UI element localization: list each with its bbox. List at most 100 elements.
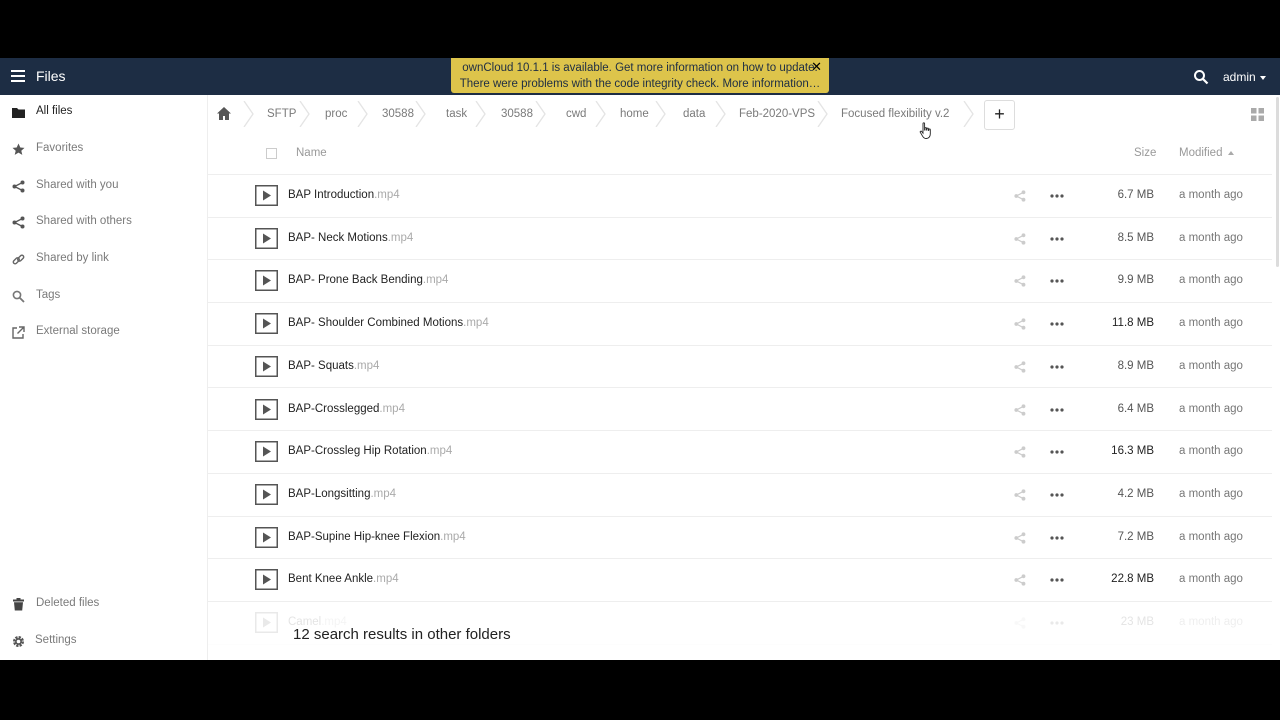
file-name[interactable]: BAP-Supine Hip-knee Flexion.mp4 (288, 531, 466, 543)
file-size: 6.4 MB (1117, 402, 1154, 415)
share-icon[interactable] (1014, 275, 1026, 287)
file-name[interactable]: BAP-Longsitting.mp4 (288, 488, 396, 500)
more-actions-icon[interactable] (1050, 317, 1064, 331)
file-extension: .mp4 (370, 487, 397, 500)
sidebar-item-tags[interactable]: Tags (0, 282, 207, 312)
file-modified: a month ago (1179, 231, 1243, 244)
more-actions-icon[interactable] (1050, 616, 1064, 630)
file-basename: BAP- Prone Back Bending (288, 274, 423, 287)
file-name[interactable]: BAP- Shoulder Combined Motions.mp4 (288, 317, 489, 329)
file-row[interactable]: BAP- Neck Motions.mp4 8.5 MB a month ago (208, 218, 1272, 261)
file-extension: .mp4 (426, 445, 453, 458)
scrollbar[interactable] (1276, 97, 1279, 267)
more-actions-icon[interactable] (1050, 488, 1064, 502)
user-menu[interactable]: admin (1223, 70, 1266, 84)
sidebar-item-external-storage[interactable]: External storage (0, 318, 207, 348)
file-row[interactable]: BAP Introduction.mp4 6.7 MB a month ago (208, 175, 1272, 218)
breadcrumb-separator (243, 101, 254, 127)
file-row[interactable]: BAP-Crosslegged.mp4 6.4 MB a month ago (208, 389, 1272, 432)
video-file-icon (255, 398, 278, 420)
file-size: 11.8 MB (1112, 317, 1154, 330)
file-row[interactable]: Bent Knee Ankle.mp4 22.8 MB a month ago (208, 559, 1272, 602)
share-icon[interactable] (1014, 403, 1026, 416)
share-icon[interactable] (1014, 233, 1026, 245)
video-file-icon (255, 569, 278, 591)
update-notification[interactable]: ownCloud 10.1.1 is available. Get more i… (451, 58, 829, 93)
file-modified: a month ago (1179, 317, 1243, 330)
search-icon[interactable] (1193, 69, 1209, 85)
file-row[interactable]: BAP- Shoulder Combined Motions.mp4 11.8 M… (208, 303, 1272, 346)
sort-ascending-icon (1228, 150, 1235, 155)
file-name[interactable]: BAP- Prone Back Bending.mp4 (288, 274, 448, 286)
file-row[interactable]: BAP-Crossleg Hip Rotation.mp4 16.3 MB a mo… (208, 431, 1272, 474)
sidebar-item-shared-with-others[interactable]: Shared with others (0, 208, 207, 238)
file-modified: a month ago (1179, 616, 1243, 628)
more-actions-icon[interactable] (1050, 274, 1064, 288)
share-icon[interactable] (1014, 190, 1026, 202)
menu-icon[interactable] (11, 70, 25, 82)
file-name[interactable]: BAP Introduction.mp4 (288, 189, 400, 201)
new-button[interactable]: + (984, 100, 1015, 130)
sidebar-item-label: Favorites (36, 142, 84, 154)
share-icon[interactable] (1014, 574, 1026, 586)
breadcrumb-separator (595, 101, 606, 127)
sidebar-item-shared-by-link[interactable]: Shared by link (0, 245, 207, 275)
column-header-modified[interactable]: Modified (1179, 147, 1235, 159)
star-icon (12, 143, 25, 155)
file-name[interactable]: BAP-Crosslegged.mp4 (288, 403, 405, 415)
sidebar-item-favorites[interactable]: Favorites (0, 135, 207, 165)
file-row[interactable]: BAP- Squats.mp4 8.9 MB a month ago (208, 346, 1272, 389)
file-size: 6.7 MB (1117, 189, 1154, 201)
top-header: Files admin ownCloud 10.1.1 is available… (0, 58, 1280, 95)
file-modified: a month ago (1179, 573, 1243, 586)
sidebar-item-settings[interactable]: Settings (0, 627, 207, 657)
notification-integrity-text[interactable]: There were problems with the code integr… (451, 76, 829, 92)
breadcrumb-label: home (620, 108, 649, 120)
file-basename: BAP-Supine Hip-knee Flexion (288, 530, 441, 543)
video-file-icon (255, 355, 278, 377)
more-actions-icon[interactable] (1050, 445, 1064, 459)
file-row[interactable]: BAP-Supine Hip-knee Flexion.mp4 7.2 MB a m… (208, 517, 1272, 560)
file-row[interactable]: BAP-Longsitting.mp4 4.2 MB a month ago (208, 474, 1272, 517)
file-name[interactable]: Bent Knee Ankle.mp4 (288, 573, 399, 585)
close-icon[interactable]: ✕ (811, 59, 822, 75)
file-name[interactable]: BAP- Neck Motions.mp4 (288, 232, 413, 244)
breadcrumb-label: data (683, 108, 706, 120)
file-size: 22.8 MB (1111, 573, 1154, 586)
share-icon[interactable] (1014, 531, 1026, 544)
share-icon[interactable] (1014, 318, 1026, 330)
breadcrumb-separator (415, 101, 426, 127)
more-actions-icon[interactable] (1050, 189, 1064, 203)
more-actions-icon[interactable] (1050, 360, 1064, 374)
sidebar-item-shared-with-you[interactable]: Shared with you (0, 172, 207, 202)
more-actions-icon[interactable] (1050, 232, 1064, 246)
share-icon[interactable] (1014, 446, 1026, 458)
column-header-modified-label: Modified (1179, 147, 1223, 159)
file-extension: .mp4 (374, 189, 400, 201)
share-icon[interactable] (1014, 361, 1026, 373)
home-icon[interactable] (217, 107, 231, 120)
file-name[interactable]: BAP-Crossleg Hip Rotation.mp4 (288, 445, 452, 457)
share-icon (12, 216, 25, 229)
file-size: 7.2 MB (1117, 530, 1154, 543)
more-actions-icon[interactable] (1050, 531, 1064, 545)
share-icon[interactable] (1014, 617, 1026, 629)
select-all-checkbox[interactable] (266, 148, 277, 159)
grid-view-icon[interactable] (1251, 108, 1264, 121)
file-row[interactable]: BAP- Prone Back Bending.mp4 9.9 MB a month… (208, 260, 1272, 304)
sidebar-item-deleted-files[interactable]: Deleted files (0, 590, 207, 620)
file-basename: BAP-Crosslegged (288, 402, 380, 415)
column-header-size[interactable]: Size (1134, 147, 1156, 159)
video-file-icon (255, 612, 278, 633)
more-actions-icon[interactable] (1050, 573, 1064, 587)
more-actions-icon[interactable] (1050, 403, 1064, 417)
share-icon[interactable] (1014, 489, 1026, 501)
column-header-name[interactable]: Name (296, 147, 327, 159)
file-modified: a month ago (1179, 530, 1243, 543)
sidebar-item-label: All files (36, 105, 73, 117)
sidebar-item-all-files[interactable]: All files (0, 98, 207, 128)
file-name[interactable]: BAP- Squats.mp4 (288, 360, 379, 372)
video-file-icon (255, 313, 278, 335)
notification-update-text[interactable]: ownCloud 10.1.1 is available. Get more i… (451, 60, 829, 76)
breadcrumb-label: cwd (566, 108, 587, 120)
